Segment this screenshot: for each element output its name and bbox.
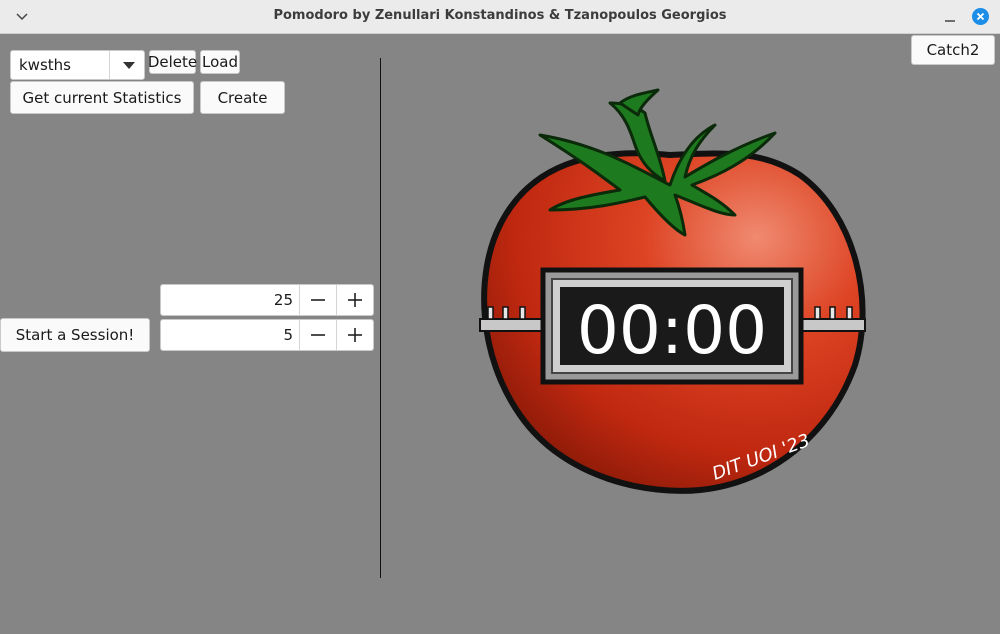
dropdown-arrow-icon[interactable] — [123, 62, 135, 69]
delete-button[interactable]: Delete — [148, 50, 197, 74]
profile-select-value: kwsths — [19, 56, 71, 74]
plus-icon[interactable] — [337, 320, 373, 350]
create-button[interactable]: Create — [200, 81, 285, 114]
plus-icon[interactable] — [337, 285, 373, 315]
break-minutes-spinner[interactable]: 5 — [160, 319, 374, 351]
work-minutes-spinner[interactable]: 25 — [160, 284, 374, 316]
title-bar: Pomodoro by Zenullari Konstandinos & Tza… — [0, 0, 1000, 34]
start-session-button[interactable]: Start a Session! — [0, 318, 150, 352]
work-minutes-value[interactable]: 25 — [274, 291, 293, 309]
load-button[interactable]: Load — [200, 50, 240, 74]
tomato-timer: 00:00 DIT UOI '23 — [479, 88, 866, 494]
minus-icon[interactable] — [300, 320, 336, 350]
minus-icon[interactable] — [300, 285, 336, 315]
close-icon — [976, 12, 985, 21]
timer-display: 00:00 — [577, 292, 767, 369]
window-title: Pomodoro by Zenullari Konstandinos & Tza… — [273, 8, 727, 23]
catch2-button[interactable]: Catch2 — [911, 35, 995, 65]
vertical-divider — [380, 58, 381, 578]
minimize-icon[interactable] — [942, 9, 958, 25]
get-statistics-button[interactable]: Get current Statistics — [10, 81, 194, 114]
profile-select[interactable]: kwsths — [10, 50, 145, 80]
close-button[interactable] — [972, 8, 989, 25]
break-minutes-value[interactable]: 5 — [283, 326, 293, 344]
